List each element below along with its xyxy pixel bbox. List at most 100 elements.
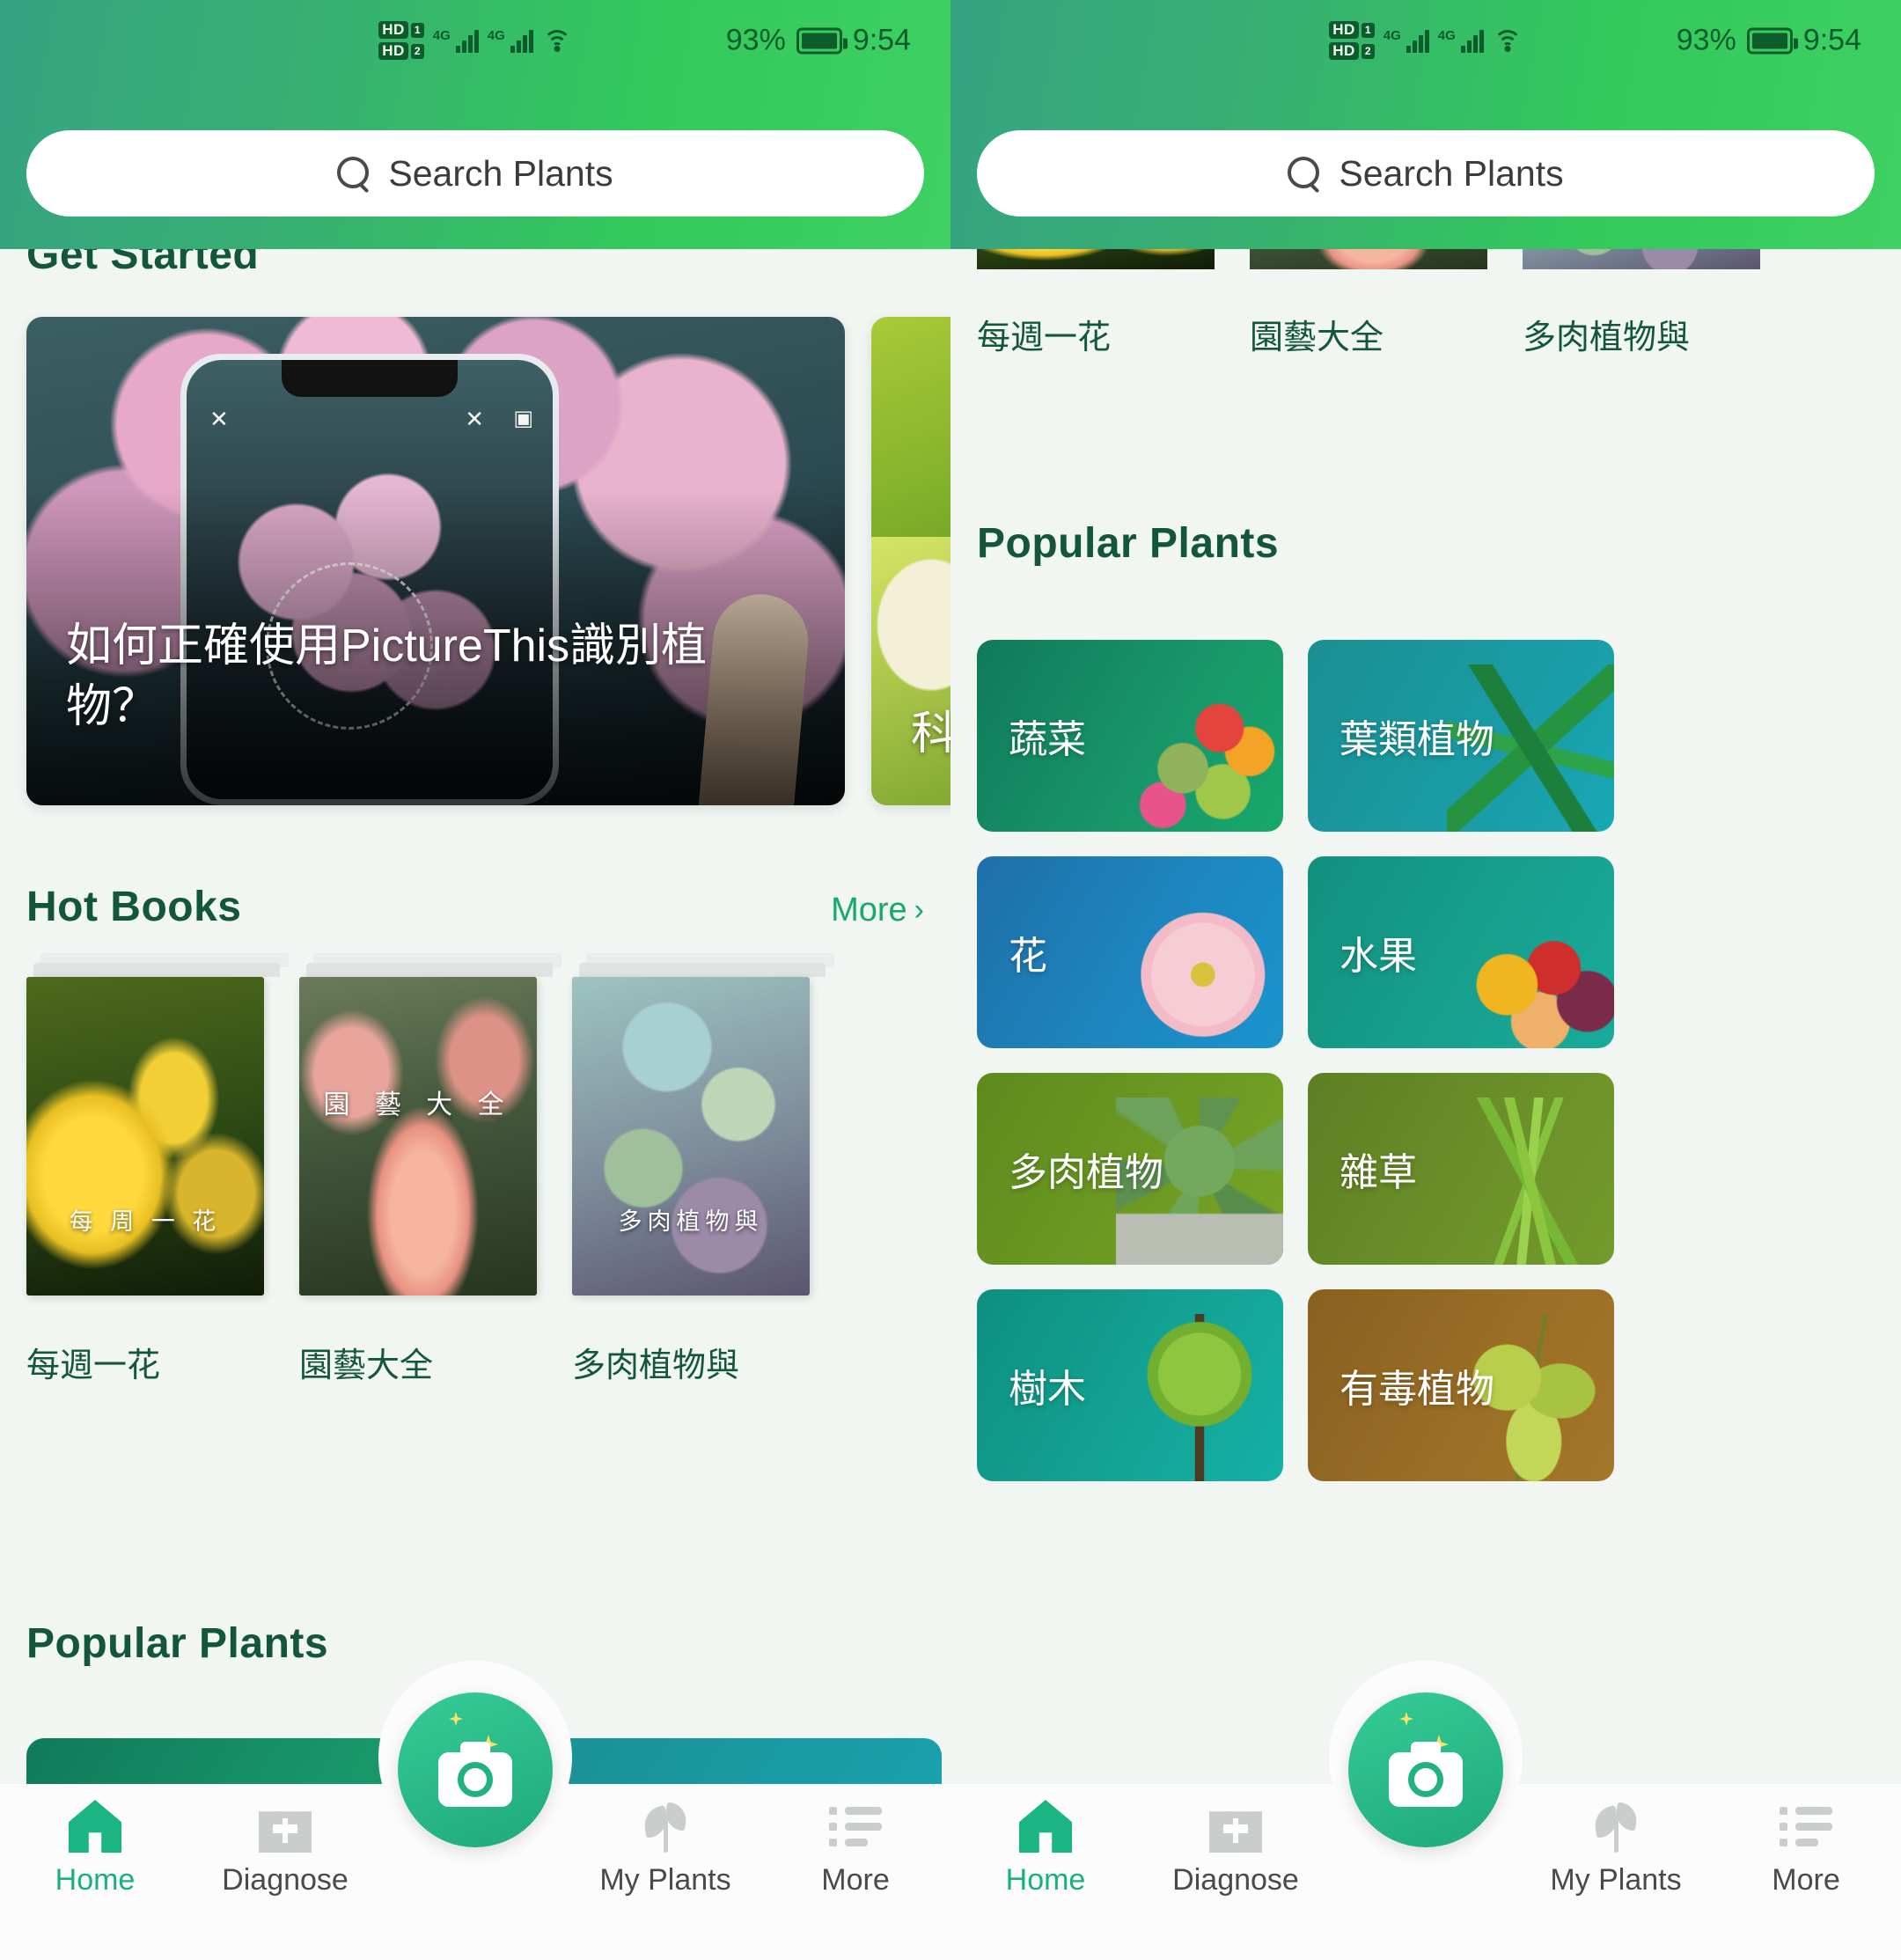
medkit-icon: [1209, 1811, 1262, 1853]
fruit-art: [1447, 881, 1614, 1048]
tree-art: [1116, 1314, 1283, 1481]
hot-books-header: Hot Books More ›: [0, 883, 950, 931]
search-input[interactable]: Search Plants: [388, 153, 613, 195]
app-header: HD 1 HD 2 4G 4G 93% 9:54 Search Plants: [0, 0, 950, 249]
camera-capture-button[interactable]: [1348, 1692, 1503, 1847]
sparkle-icon: [1399, 1712, 1413, 1726]
popular-plants-header: Popular Plants: [950, 519, 1901, 568]
search-bar[interactable]: Search Plants: [977, 130, 1875, 217]
book-cover: 多肉植物與: [572, 977, 810, 1296]
book-label: 多肉植物與: [572, 1347, 740, 1384]
list-icon: [829, 1800, 882, 1853]
popular-plants-grid[interactable]: 蔬菜 葉類植物 花 水果 多肉植物 雜草 樹木 有毒植物: [977, 640, 1875, 1481]
hd-indicators: HD 1 HD 2: [378, 21, 424, 60]
category-label: 樹木: [1009, 1368, 1086, 1411]
signal-bars-icon: [510, 28, 533, 53]
get-started-card[interactable]: ✕ ✕ ▣ 如何正確使用PictureThis識別植物？: [26, 317, 845, 805]
nav-item-my-plants[interactable]: My Plants: [1521, 1800, 1711, 1898]
book-item[interactable]: 園 藝 大 全 園藝大全: [299, 953, 561, 1386]
get-started-carousel[interactable]: ✕ ✕ ▣ 如何正確使用PictureThis識別植物？ 科: [26, 317, 950, 805]
get-started-card-caption: 如何正確使用PictureThis識別植物？: [66, 620, 708, 732]
signal-bars-icon: [1460, 28, 1484, 53]
network-type-label: 4G: [1437, 28, 1456, 43]
flower-art: [1116, 881, 1283, 1048]
nav-label: More: [821, 1863, 890, 1897]
popular-plant-card-weeds[interactable]: 雜草: [1308, 1073, 1614, 1265]
nav-label: More: [1772, 1863, 1840, 1897]
book-item[interactable]: 多肉植物與 多肉植物與: [572, 953, 834, 1386]
wifi-icon: [1493, 28, 1523, 53]
medkit-icon: [259, 1811, 312, 1853]
book-cover-title: 園 藝 大 全: [323, 1090, 513, 1119]
book-stack: 每 周 一 花: [26, 953, 289, 1296]
home-icon: [1019, 1800, 1072, 1853]
chevron-right-icon: ›: [914, 893, 924, 927]
nav-label: My Plants: [599, 1863, 731, 1897]
hd-badge: HD: [1329, 21, 1359, 39]
left-phone-screen: Get Started ✕ ✕ ▣: [0, 0, 950, 1960]
popular-plant-card-fruit[interactable]: 水果: [1308, 856, 1614, 1048]
page-edge: [579, 963, 826, 977]
hd-indicator-1: HD 1: [378, 21, 424, 39]
book-cover: 園 藝 大 全: [299, 977, 537, 1296]
bottom-navigation: Home Diagnose My Plants More: [950, 1661, 1901, 1960]
nav-label: Diagnose: [1172, 1863, 1299, 1897]
network-type-label: 4G: [1383, 28, 1401, 43]
popular-plant-card-flowers[interactable]: 花: [977, 856, 1283, 1048]
popular-plant-card-vegetables[interactable]: 蔬菜: [977, 640, 1283, 832]
book-cover-title: 每 周 一 花: [69, 1208, 222, 1235]
nav-item-diagnose[interactable]: Diagnose: [1141, 1800, 1331, 1898]
app-header: HD 1 HD 2 4G 4G 93% 9:54 Search Plants: [950, 0, 1901, 249]
category-label: 多肉植物: [1009, 1151, 1163, 1194]
book-label: 園藝大全: [299, 1347, 434, 1384]
search-icon: [337, 157, 371, 190]
hot-books-heading: Hot Books: [26, 884, 242, 930]
page-edge: [306, 963, 553, 977]
category-label: 花: [1009, 935, 1047, 978]
book-cover: 每 周 一 花: [26, 977, 264, 1296]
sprout-icon: [639, 1800, 692, 1853]
hot-books-more-button[interactable]: More ›: [831, 892, 924, 929]
nav-item-more[interactable]: More: [760, 1800, 950, 1898]
camera-icon: [1389, 1751, 1463, 1807]
status-bar: HD 1 HD 2 4G 4G 93% 9:54: [0, 0, 950, 81]
hd-badge: HD: [378, 42, 408, 60]
get-started-card-caption: 科: [911, 708, 950, 760]
search-input[interactable]: Search Plants: [1339, 153, 1563, 195]
category-label: 蔬菜: [1009, 718, 1086, 761]
right-phone-screen: 每 周 一 花 每週一花 園藝大全 多肉植物與 多肉植物與: [950, 0, 1901, 1960]
book-label: 多肉植物與: [1523, 319, 1691, 356]
category-label: 雜草: [1340, 1151, 1417, 1194]
book-stack: 多肉植物與: [572, 953, 834, 1296]
category-label: 葉類植物: [1340, 718, 1494, 761]
network-type-label: 4G: [432, 28, 451, 43]
nav-item-my-plants[interactable]: My Plants: [570, 1800, 760, 1898]
category-label: 有毒植物: [1340, 1368, 1494, 1411]
nav-item-diagnose[interactable]: Diagnose: [190, 1800, 380, 1898]
book-item[interactable]: 每 周 一 花 每週一花: [26, 953, 289, 1386]
popular-plant-card-trees[interactable]: 樹木: [977, 1289, 1283, 1481]
home-icon: [69, 1800, 121, 1853]
book-stack: 園 藝 大 全: [299, 953, 561, 1296]
signal-indicator-1: 4G: [1384, 28, 1429, 53]
page-edge: [33, 963, 280, 977]
sprout-icon: [1589, 1800, 1642, 1853]
signal-indicator-2: 4G: [488, 28, 533, 53]
camera-capture-button[interactable]: [398, 1692, 553, 1847]
hd-indicator-2: HD 2: [378, 42, 424, 60]
popular-plant-card-toxic[interactable]: 有毒植物: [1308, 1289, 1614, 1481]
hd-indicators: HD 1 HD 2: [1329, 21, 1375, 60]
hot-books-list[interactable]: 每 周 一 花 每週一花 園 藝 大 全 園藝大全 多肉植物與 多肉植物與: [26, 953, 834, 1386]
popular-plant-card-foliage[interactable]: 葉類植物: [1308, 640, 1614, 832]
status-bar-right: 93% 9:54: [1677, 24, 1861, 58]
battery-percent: 93%: [1676, 23, 1736, 57]
nav-item-more[interactable]: More: [1711, 1800, 1901, 1898]
sim-number: 1: [410, 22, 424, 38]
nav-item-home[interactable]: Home: [950, 1800, 1141, 1898]
sparkle-icon: [449, 1712, 463, 1726]
nav-item-home[interactable]: Home: [0, 1800, 190, 1898]
popular-plant-card-succulents[interactable]: 多肉植物: [977, 1073, 1283, 1265]
get-started-card[interactable]: 科: [871, 317, 950, 805]
sim-number: 2: [1361, 43, 1375, 59]
search-bar[interactable]: Search Plants: [26, 130, 924, 217]
